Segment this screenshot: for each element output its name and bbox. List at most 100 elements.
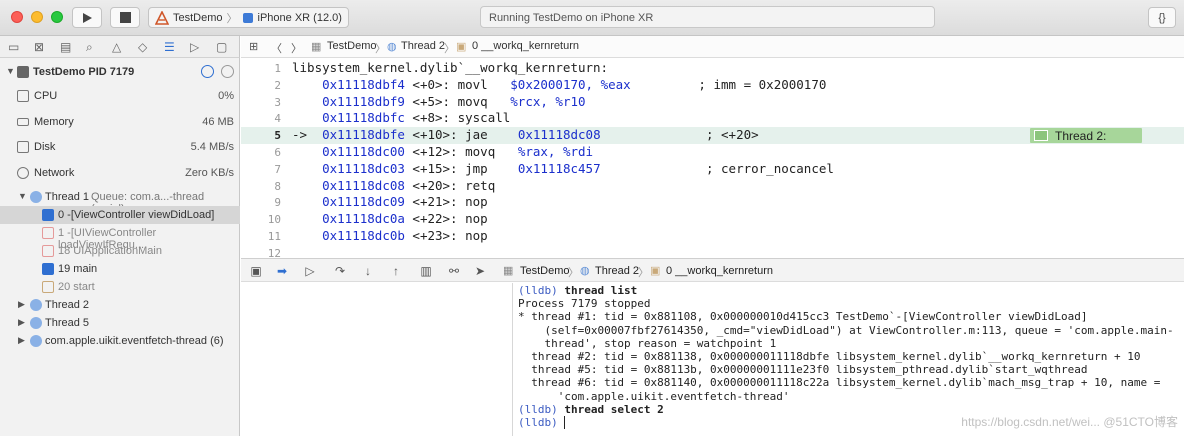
code-ins: movl xyxy=(457,76,511,92)
related-items-icon[interactable]: ⊞ xyxy=(249,40,258,53)
line-number: 3 xyxy=(274,95,281,109)
process-row[interactable]: ▼ TestDemo PID 7179 xyxy=(0,63,240,81)
code-addr: 0x11118dbf4 xyxy=(322,76,405,92)
code-line: 0x11118dc08 <+20>: retq xyxy=(292,178,495,193)
code-addr: 0x11118dc0b xyxy=(322,228,405,243)
window-toolbar: TestDemo 〉 iPhone XR (12.0) Running Test… xyxy=(0,0,1184,36)
disassembly-editor[interactable]: 1 libsystem_kernel.dylib`__workq_kernretu… xyxy=(241,58,1184,260)
code-op: 0x11118c457 xyxy=(517,160,601,176)
code-op: %rcx, %r10 xyxy=(510,93,586,109)
thread-row-5[interactable]: ▶ Thread 5 xyxy=(0,314,240,332)
thread-row-6[interactable]: ▶ com.apple.uikit.eventfetch-thread (6) xyxy=(0,332,240,350)
code-line: 0x11118dc03 <+15>: jmp 0x11118c457 ; cer… xyxy=(292,161,834,176)
view-hierarchy-icon[interactable]: ▥ xyxy=(419,264,433,278)
code-op: %rax, %rdi xyxy=(517,144,594,159)
forward-icon[interactable]: 〉 xyxy=(291,40,302,56)
code-line: 0x11118dc09 <+21>: nop xyxy=(292,194,488,209)
disclosure-closed-icon[interactable]: ▶ xyxy=(18,335,25,346)
console-line: (lldb) thread list xyxy=(518,284,1184,297)
breadcrumb-project[interactable]: TestDemo xyxy=(327,40,377,52)
code-pre: -> xyxy=(292,127,323,143)
frame-icon: ▣ xyxy=(456,41,467,53)
step-over-icon[interactable]: ↷ xyxy=(333,264,347,278)
folder-icon[interactable]: ▭ xyxy=(8,40,19,54)
run-button[interactable] xyxy=(72,7,102,28)
hide-debug-area-icon[interactable]: ▣ xyxy=(249,264,263,278)
debug-navigator-icon[interactable]: ☰ xyxy=(164,40,175,54)
step-into-icon[interactable]: ↓ xyxy=(361,264,375,278)
disclosure-closed-icon[interactable]: ▶ xyxy=(18,317,25,328)
code-line: 0x11118dc0a <+22>: nop xyxy=(292,211,488,226)
code-op: 0x11118dc08 xyxy=(517,127,601,143)
console-text: thread #5: tid = 0x88113b, 0x00000001111… xyxy=(518,363,1088,377)
thread-row-1[interactable]: ▼ Thread 1 Queue: com.a...-thread (seria… xyxy=(0,188,240,215)
back-icon[interactable]: 〈 xyxy=(271,40,282,56)
console-line: * thread #1: tid = 0x881108, 0x000000010… xyxy=(518,310,1184,323)
console-line: thread #5: tid = 0x88113b, 0x00000001111… xyxy=(518,363,1184,376)
disclosure-open-icon[interactable]: ▼ xyxy=(6,66,15,76)
code-ins: nop xyxy=(465,211,488,227)
frame-row[interactable]: 19 main xyxy=(0,260,240,278)
thread-icon xyxy=(30,335,42,347)
memory-graph-icon[interactable]: ⚯ xyxy=(447,264,461,278)
gauge-row-network[interactable]: Network Zero KB/s xyxy=(0,164,240,182)
frame-row[interactable]: 18 UIApplicationMain xyxy=(0,242,240,260)
chevron-right-icon: 〉 xyxy=(638,267,649,279)
symbol-icon[interactable]: ▤ xyxy=(60,40,71,54)
thread-indicator-badge[interactable]: Thread 2: xyxy=(1030,128,1142,143)
code-line: 0x11118dc0b <+23>: nop xyxy=(292,228,488,243)
report-icon[interactable]: ▢ xyxy=(216,40,227,54)
breadcrumb-thread[interactable]: Thread 2 xyxy=(401,40,445,52)
step-out-icon[interactable]: ↑ xyxy=(389,264,403,278)
continue-icon[interactable]: ▷ xyxy=(303,264,317,278)
code-ins: syscall xyxy=(457,110,511,126)
debug-breadcrumb-thread[interactable]: Thread 2 xyxy=(595,265,639,277)
disclosure-closed-icon[interactable]: ▶ xyxy=(18,299,25,310)
code-addr: 0x11118dc03 xyxy=(322,160,405,176)
close-window-button[interactable] xyxy=(11,11,23,23)
code-line: 0x11118dbf9 <+5>: movq %rcx, %r10 xyxy=(292,93,586,109)
code-addr: 0x11118dc00 xyxy=(322,144,405,159)
frame-row[interactable]: 20 start xyxy=(0,278,240,296)
minimize-window-button[interactable] xyxy=(31,11,43,23)
thread-label: com.apple.uikit.eventfetch-thread (6) xyxy=(45,335,224,347)
code-ins: retq xyxy=(465,177,496,193)
gauge-value: Zero KB/s xyxy=(185,167,234,179)
gauge-row-cpu[interactable]: CPU 0% xyxy=(0,87,240,105)
gauge-icon[interactable] xyxy=(201,65,214,78)
breakpoints-toggle-icon[interactable]: ➡ xyxy=(275,264,289,278)
frame-row-selected[interactable]: 0 -[ViewController viewDidLoad] xyxy=(0,206,240,224)
code-pre xyxy=(292,211,322,226)
scheme-selector[interactable]: TestDemo 〉 iPhone XR (12.0) xyxy=(148,7,349,28)
variables-view[interactable] xyxy=(241,283,513,436)
frame-row[interactable]: 1 -[UIViewController loadViewIfRequ... xyxy=(0,224,240,251)
code-ins: nop xyxy=(465,228,488,243)
breadcrumb-frame[interactable]: 0 __workq_kernreturn xyxy=(472,40,579,52)
gauge-row-memory[interactable]: Memory 46 MB xyxy=(0,113,240,131)
debug-breadcrumb-frame[interactable]: 0 __workq_kernreturn xyxy=(666,265,773,277)
device-icon xyxy=(242,12,253,23)
find-icon[interactable]: ⌕ xyxy=(86,40,93,55)
simulate-location-icon[interactable]: ➤ xyxy=(473,264,487,278)
code-addr: 0x11118dbfc xyxy=(322,110,405,126)
test-icon[interactable]: ◇ xyxy=(138,40,147,54)
zoom-window-button[interactable] xyxy=(51,11,63,23)
pause-icon[interactable] xyxy=(221,65,234,78)
code-line: 0x11118dbfc <+8>: syscall xyxy=(292,110,510,125)
badge-label: Thread 2: xyxy=(1055,129,1107,143)
frame-label: 0 -[ViewController viewDidLoad] xyxy=(58,209,215,221)
code-off: <+10>: xyxy=(404,127,466,143)
library-button[interactable]: {} xyxy=(1148,7,1176,28)
gauge-row-disk[interactable]: Disk 5.4 MB/s xyxy=(0,138,240,156)
console-text: thread list xyxy=(564,284,638,297)
user-frame-icon xyxy=(42,263,54,275)
stop-button[interactable] xyxy=(110,7,140,28)
source-control-icon[interactable]: ⊠ xyxy=(34,40,44,54)
frame-label: 20 start xyxy=(58,281,95,293)
debug-breadcrumb-project[interactable]: TestDemo xyxy=(520,265,570,277)
thread-row-2[interactable]: ▶ Thread 2 xyxy=(0,296,240,314)
code-line: libsystem_kernel.dylib`__workq_kernretur… xyxy=(292,60,608,75)
issue-icon[interactable]: △ xyxy=(112,40,121,54)
disclosure-open-icon[interactable]: ▼ xyxy=(18,191,27,201)
breakpoint-icon[interactable]: ▷ xyxy=(190,40,199,54)
